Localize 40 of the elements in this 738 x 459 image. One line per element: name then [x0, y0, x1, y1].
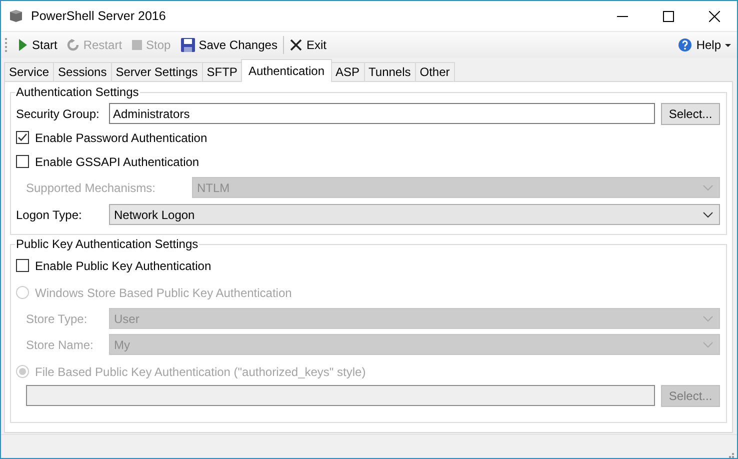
tab[interactable]: Service — [4, 62, 54, 81]
chevron-down-icon — [703, 342, 713, 348]
window-title: PowerShell Server 2016 — [31, 9, 167, 23]
stop-icon — [132, 40, 142, 50]
tab[interactable]: Server Settings — [110, 62, 203, 81]
dropdown-arrow-icon — [725, 44, 731, 46]
dropdown[interactable]: Network Logon — [109, 204, 720, 225]
field-label: Security Group: — [16, 106, 100, 120]
toolbar-button[interactable]: Exit — [285, 34, 332, 56]
close-icon — [708, 10, 720, 22]
radio-label: File Based Public Key Authentication ("authorized_keys" style) — [35, 364, 366, 378]
chevron-down-icon — [703, 316, 713, 322]
select-button[interactable]: Select... — [661, 102, 720, 124]
help-menu[interactable]: Help — [672, 38, 737, 52]
field-label: Store Type: — [26, 312, 88, 326]
radio-label: Windows Store Based Public Key Authentication — [35, 286, 292, 300]
tab[interactable]: Authentication — [241, 59, 332, 82]
checkbox[interactable] — [16, 131, 29, 144]
checkbox-label: Enable Public Key Authentication — [35, 258, 212, 272]
refresh-icon — [67, 39, 80, 51]
checkbox[interactable] — [16, 259, 29, 272]
app-icon — [9, 9, 23, 23]
checkbox-label: Enable GSSAPI Authentication — [35, 154, 200, 168]
chevron-down-icon — [703, 212, 713, 218]
group-title: Public Key Authentication Settings — [15, 237, 200, 251]
maximize-icon — [662, 10, 674, 22]
checkbox[interactable] — [16, 155, 29, 168]
field-label: Supported Mechanisms: — [26, 180, 156, 194]
toolbar-button[interactable]: Start — [13, 34, 62, 56]
group-title: Authentication Settings — [15, 85, 140, 99]
input-field[interactable]: Administrators — [109, 103, 655, 124]
toolbar-button[interactable]: Save Changes — [176, 34, 282, 56]
help-icon — [678, 38, 692, 52]
tab[interactable]: Other — [414, 62, 455, 81]
checkbox-label: Enable Password Authentication — [35, 130, 208, 144]
field-label: Store Name: — [26, 338, 94, 352]
close-icon — [290, 39, 302, 51]
chevron-down-icon — [703, 184, 713, 190]
field-label: Logon Type: — [16, 208, 83, 222]
play-icon — [18, 39, 28, 51]
